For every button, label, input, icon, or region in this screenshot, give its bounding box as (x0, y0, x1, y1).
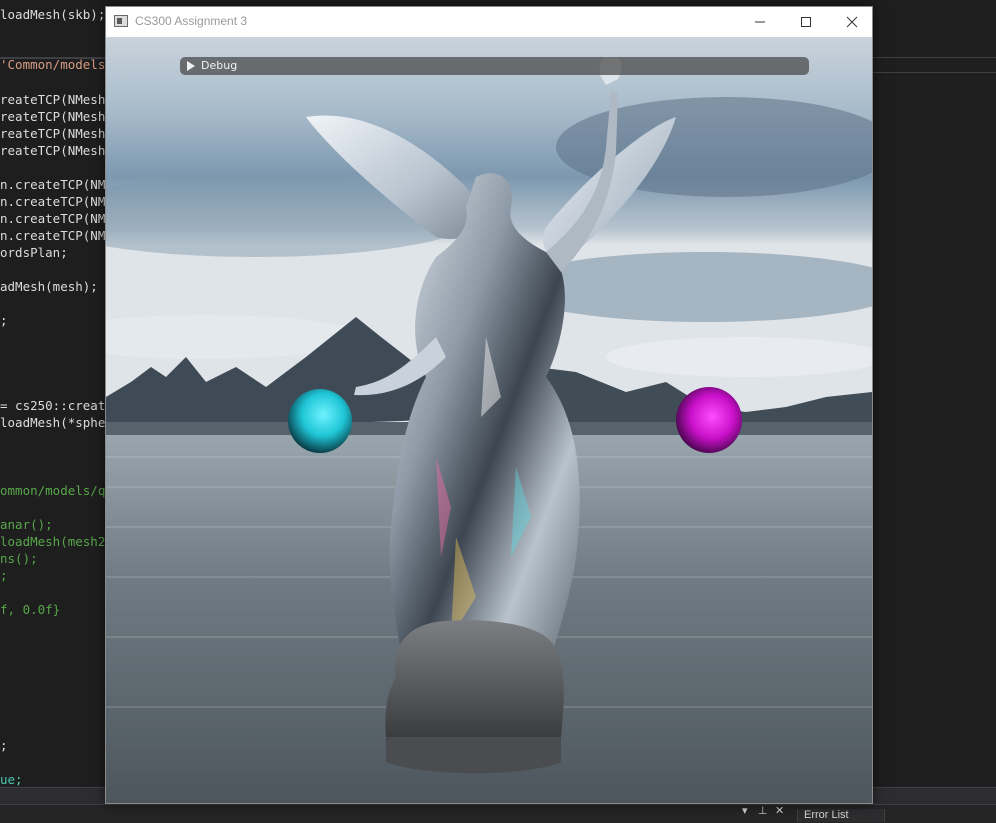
scene-render (106, 37, 872, 803)
code-line: reateTCP(NMesh: (0, 92, 113, 107)
app-icon (114, 15, 128, 27)
code-line: = cs250::creat (0, 398, 106, 413)
close-icon (846, 16, 858, 28)
code-line: ; (0, 738, 8, 753)
editor-separator (873, 72, 996, 73)
chevron-down-icon[interactable]: ▾ (742, 804, 748, 817)
triangle-right-icon (187, 61, 195, 71)
code-line: ns(); (0, 551, 38, 566)
editor-right-area (873, 0, 996, 790)
code-line: reateTCP(NMesh: (0, 109, 113, 124)
code-line: n.createTCP(NMe (0, 194, 113, 209)
title-bar[interactable]: CS300 Assignment 3 (106, 7, 872, 37)
minimize-button[interactable] (736, 7, 782, 37)
code-line: ; (0, 313, 8, 328)
code-line: reateTCP(NMesh: (0, 143, 113, 158)
pin-icon[interactable]: ⊥ (758, 804, 768, 817)
3d-viewport[interactable]: Debug (106, 37, 872, 803)
window-title: CS300 Assignment 3 (135, 14, 248, 28)
code-line: f, 0.0f} (0, 602, 61, 617)
code-line: n.createTCP(NMe (0, 177, 113, 192)
code-line: loadMesh(skb); (0, 7, 106, 22)
code-line: ue; (0, 772, 23, 787)
code-line: loadMesh(*spher (0, 415, 113, 430)
code-line: reateTCP(NMesh: (0, 126, 113, 141)
code-line: loadMesh(mesh2) (0, 534, 113, 549)
app-window: CS300 Assignment 3 Debug (105, 6, 873, 804)
minimize-icon (755, 21, 765, 23)
code-line: adMesh(mesh); (0, 279, 98, 294)
code-line: ; (0, 568, 8, 583)
editor-separator (873, 57, 996, 58)
code-line: n.createTCP(NMe (0, 211, 113, 226)
code-line: 'Common/models/ (0, 57, 113, 72)
close-icon[interactable]: ✕ (775, 804, 784, 817)
code-line: ommon/models/qua (0, 483, 121, 498)
maximize-icon (801, 17, 811, 27)
tab-error-list[interactable]: Error List (797, 809, 885, 822)
maximize-button[interactable] (782, 7, 828, 37)
code-line: n.createTCP(NMe (0, 228, 113, 243)
code-line: ordsPlan; (0, 245, 68, 260)
debug-label: Debug (201, 59, 238, 72)
close-button[interactable] (828, 7, 872, 37)
code-line: anar(); (0, 517, 53, 532)
debug-panel-header[interactable]: Debug (180, 57, 809, 75)
